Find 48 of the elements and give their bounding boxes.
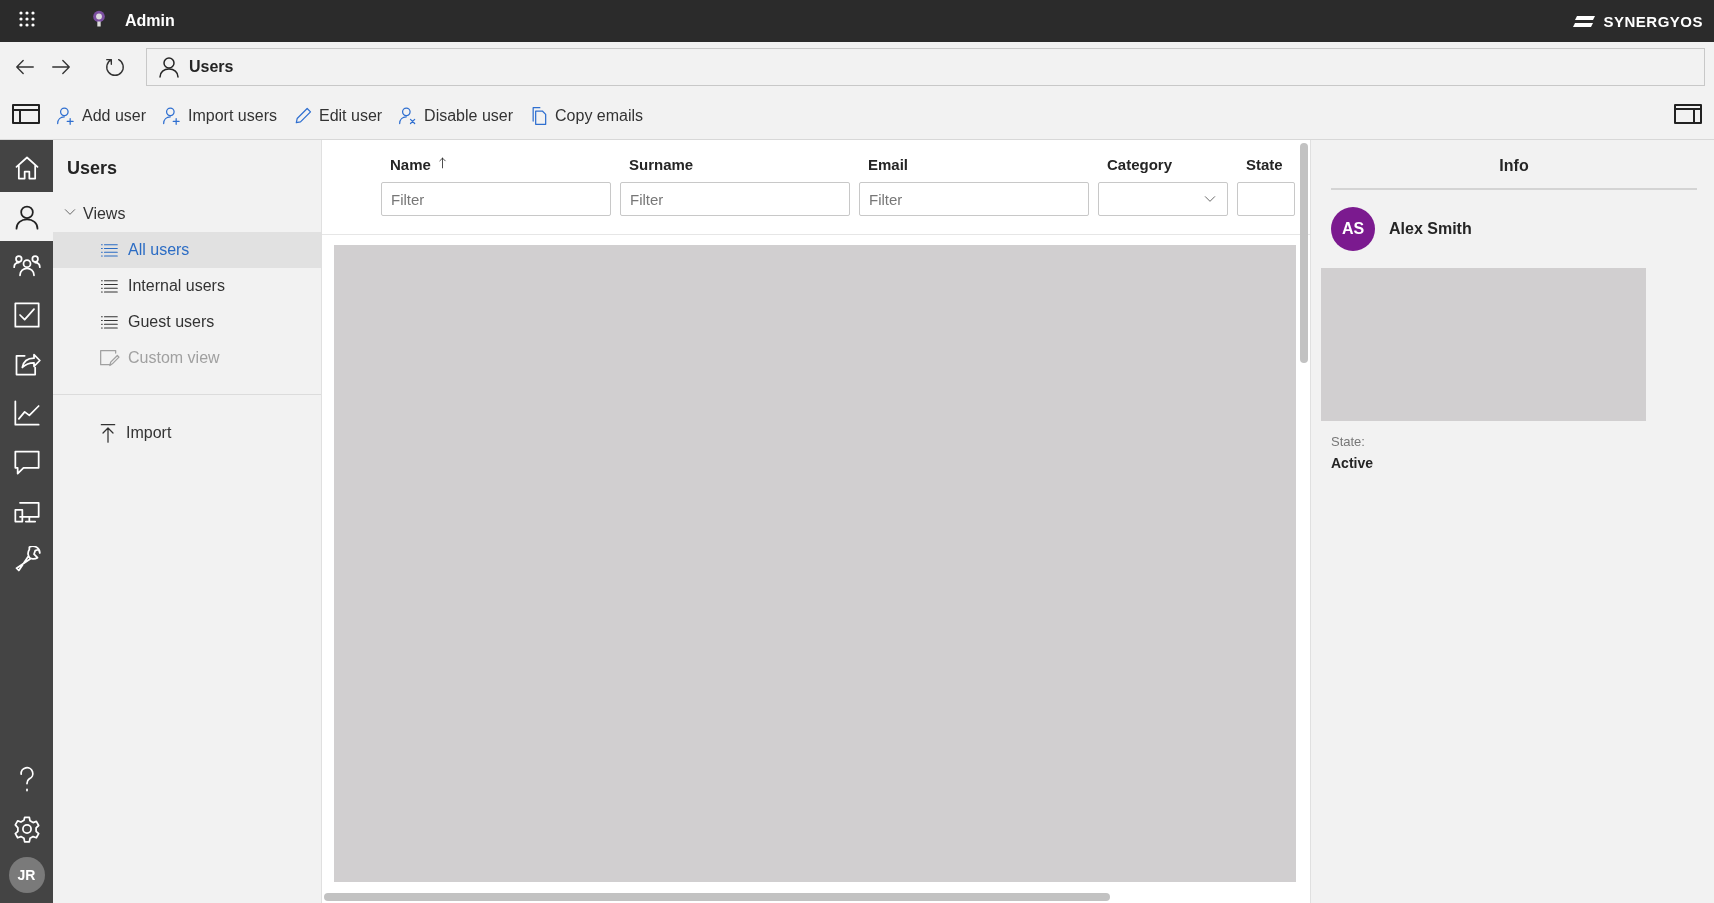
user-icon xyxy=(157,55,181,79)
column-header[interactable]: Category xyxy=(1098,156,1228,173)
toolbar-button[interactable]: Copy emails xyxy=(529,105,644,126)
filter-field[interactable] xyxy=(1237,182,1295,216)
side-panel-icon xyxy=(1674,101,1702,126)
sidebar-item[interactable]: All users xyxy=(53,232,321,268)
chart-icon xyxy=(12,398,41,427)
column-header[interactable]: Email xyxy=(859,156,1089,173)
user-avatar: AS xyxy=(1331,207,1375,251)
user-avatar[interactable]: JR xyxy=(8,857,45,893)
toolbar-button[interactable]: Add user xyxy=(56,105,147,126)
sidebar-item[interactable]: Guest users xyxy=(53,304,321,340)
brand-name: SYNERGYOS xyxy=(1603,12,1703,30)
toolbar-button[interactable]: Import users xyxy=(162,105,277,126)
column-header[interactable]: Surname xyxy=(620,156,850,173)
add-user-icon xyxy=(56,105,76,126)
scrollbar[interactable] xyxy=(1300,143,1308,363)
list-icon xyxy=(98,277,120,295)
upload-icon xyxy=(98,422,118,444)
edit-view-icon xyxy=(98,348,120,368)
app-title: Admin xyxy=(125,12,175,30)
views-group[interactable]: Views xyxy=(53,201,136,227)
filter-field[interactable]: Filter xyxy=(620,182,850,216)
list-icon xyxy=(98,313,120,331)
app-launcher-icon xyxy=(17,9,37,29)
panel-title: Info xyxy=(1331,140,1697,190)
rail-button[interactable] xyxy=(0,192,53,241)
checkbox-icon xyxy=(12,300,41,329)
sidebar-item[interactable]: Import xyxy=(53,415,321,451)
field-label: State: xyxy=(1331,434,1366,449)
refresh-icon xyxy=(104,56,126,78)
filter-field[interactable]: Filter xyxy=(859,182,1089,216)
column-header[interactable]: State xyxy=(1237,156,1295,173)
list-icon xyxy=(98,241,120,259)
settings-icon xyxy=(12,814,41,843)
column-header[interactable]: Name xyxy=(381,156,611,173)
toolbar-button[interactable]: Disable user xyxy=(398,105,514,126)
brand-logo-icon xyxy=(1571,14,1598,28)
sidebar-title: Users xyxy=(66,157,119,180)
address-bar[interactable]: Users xyxy=(146,48,1705,86)
scrollbar[interactable] xyxy=(324,893,1110,901)
user-name: Alex Smith xyxy=(1389,220,1472,238)
add-user-icon xyxy=(162,105,183,126)
filter-field[interactable]: Filter xyxy=(381,182,611,216)
sidebar-item[interactable]: Internal users xyxy=(53,268,321,304)
layout-icon xyxy=(12,101,40,126)
toolbar-button[interactable]: Edit user xyxy=(292,105,383,126)
field-value: Active xyxy=(1331,455,1375,471)
